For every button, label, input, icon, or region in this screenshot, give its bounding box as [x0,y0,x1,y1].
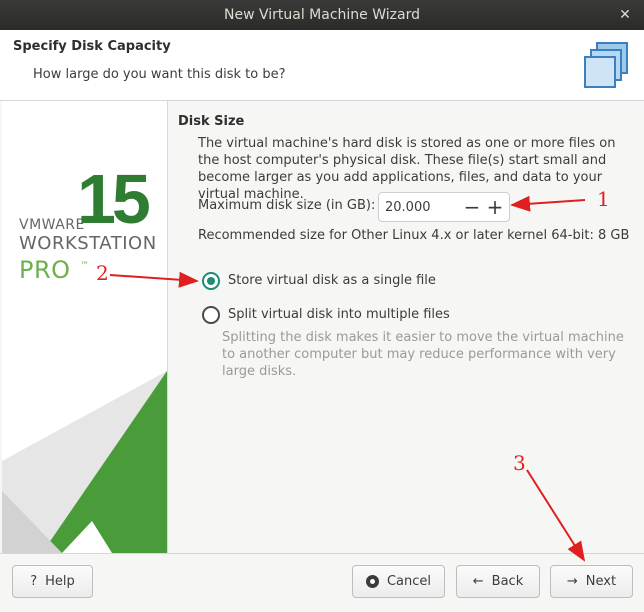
workstation-text: WORKSTATION [19,233,157,254]
help-icon: ? [30,574,38,589]
next-button[interactable]: → Next [550,565,633,598]
annotation-label-3: 3 [513,451,526,475]
wizard-header: Specify Disk Capacity How large do you w… [0,30,644,101]
increment-button[interactable]: + [484,195,506,219]
back-label: Back [491,574,524,589]
decrement-button[interactable]: − [461,195,483,219]
annotation-label-1: 1 [597,187,610,211]
disk-size-input[interactable] [385,197,460,217]
page-subtitle: How large do you want this disk to be? [33,67,286,82]
single-file-label[interactable]: Store virtual disk as a single file [228,273,436,288]
wizard-stack-icon [584,42,628,88]
trademark-symbol: ™ [80,261,89,271]
back-button[interactable]: ← Back [456,565,540,598]
pro-text: PRO [19,256,71,284]
help-label: Help [45,574,75,589]
next-arrow-icon: → [566,574,578,589]
cancel-icon [365,575,379,588]
cancel-label: Cancel [386,574,432,589]
back-arrow-icon: ← [472,574,484,589]
next-label: Next [585,574,617,589]
recommended-size-text: Recommended size for Other Linux 4.x or … [198,228,630,243]
disk-settings-panel: Disk Size The virtual machine's hard dis… [167,101,644,553]
split-description: Splitting the disk makes it easier to mo… [222,330,624,379]
window-title: New Virtual Machine Wizard [224,7,420,23]
max-disk-size-label: Maximum disk size (in GB): [198,198,376,213]
split-files-label[interactable]: Split virtual disk into multiple files [228,307,450,322]
single-file-radio[interactable] [202,272,220,290]
help-button[interactable]: ? Help [12,565,93,598]
annotation-label-2: 2 [96,261,109,285]
vmware-text: VMWARE [19,217,85,233]
disk-size-stepper[interactable]: − + [378,192,510,222]
version-number: 15 [77,160,151,238]
close-icon[interactable]: ✕ [616,6,634,24]
button-bar: ? Help Cancel ← Back → Next [0,553,644,612]
page-title: Specify Disk Capacity [13,39,171,54]
branding-panel: VMWARE 15 WORKSTATION PRO ™ [2,101,168,553]
cancel-button[interactable]: Cancel [352,565,445,598]
split-files-radio[interactable] [202,306,220,324]
disk-size-heading: Disk Size [178,114,245,129]
title-bar: New Virtual Machine Wizard ✕ [0,0,644,30]
